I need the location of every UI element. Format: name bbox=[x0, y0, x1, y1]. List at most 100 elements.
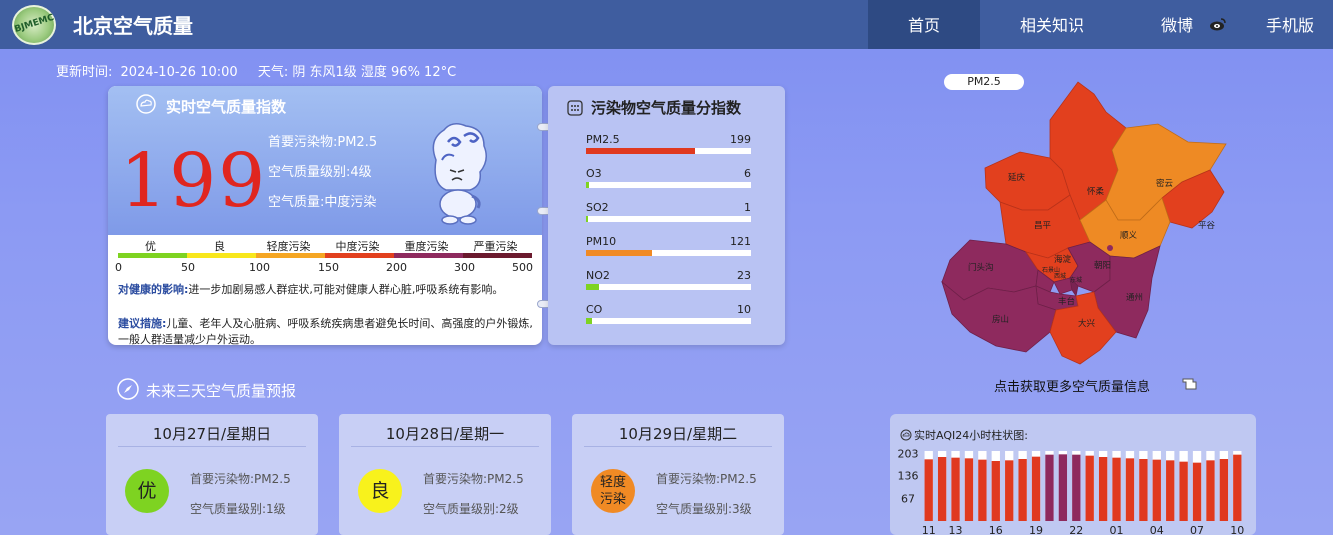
grid-icon bbox=[567, 100, 583, 116]
map-label-fangshan: 房山 bbox=[992, 314, 1009, 325]
scale-num-100: 100 bbox=[249, 261, 270, 274]
map-more-info-link[interactable]: 点击获取更多空气质量信息 bbox=[994, 376, 1150, 395]
scale-num-150: 150 bbox=[318, 261, 339, 274]
map-label-changping: 昌平 bbox=[1034, 221, 1052, 231]
map-pollutant-tip[interactable]: PM2.5 bbox=[944, 74, 1024, 90]
aqi-hour-bar[interactable] bbox=[1125, 458, 1135, 521]
beijing-district-map[interactable]: 延庆 怀柔 密云 昌平 平谷 顺义 门头沟 海淀 朝阳 石景山 丰台 通州 房山… bbox=[930, 70, 1250, 370]
pollutant-value: 6 bbox=[744, 167, 751, 180]
map-label-shunyi: 顺义 bbox=[1120, 231, 1138, 241]
y-tick-label: 67 bbox=[901, 493, 915, 506]
site-title: 北京空气质量 bbox=[73, 14, 193, 38]
x-tick-label: 10 bbox=[1230, 524, 1244, 535]
aqi-hour-bar[interactable] bbox=[1031, 456, 1041, 521]
aqi-hour-bar[interactable] bbox=[1018, 459, 1027, 521]
nav-knowledge[interactable]: 相关知识 bbox=[1000, 0, 1104, 49]
forecast-card-day3[interactable]: 10月29日/星期二 轻度污染 首要污染物:PM2.5 空气质量级别:3级 bbox=[572, 414, 784, 535]
aqi-quality: 空气质量:中度污染 bbox=[268, 195, 377, 210]
x-tick-label: 07 bbox=[1190, 524, 1204, 535]
scale-label-excellent: 优 bbox=[145, 240, 156, 253]
aqi-hour-bar[interactable] bbox=[1045, 454, 1054, 521]
x-tick-label: 01 bbox=[1110, 524, 1124, 535]
map-label-tongzhou: 通州 bbox=[1126, 292, 1143, 303]
forecast-badge-text: 轻度污染 bbox=[599, 475, 626, 507]
update-line: 更新时间: 2024-10-26 10:00 天气: 阴 东风1级 湿度 96%… bbox=[56, 61, 456, 80]
map-label-huairou: 怀柔 bbox=[1087, 186, 1105, 197]
x-tick-label: 22 bbox=[1069, 524, 1083, 535]
forecast-date: 10月29日/星期二 bbox=[618, 425, 738, 443]
site-logo[interactable]: BJMEMC bbox=[12, 5, 56, 45]
forecast-card-day1[interactable]: 10月27日/星期日 优 首要污染物:PM2.5 空气质量级别:1级 bbox=[106, 414, 318, 535]
aqi-hour-bar[interactable] bbox=[1152, 459, 1161, 521]
advice-label: 建议措施: bbox=[118, 317, 167, 330]
divider bbox=[351, 446, 539, 447]
aqi-24h-bar-chart: 203 136 67 11 13 16 19 22 01 04 07 10 bbox=[898, 447, 1245, 535]
aqi-hour-bar[interactable] bbox=[1219, 459, 1229, 521]
pollutant-value: 121 bbox=[730, 235, 751, 248]
aqi-hour-bar[interactable] bbox=[1233, 454, 1242, 521]
pollutant-row: SO2 1 bbox=[586, 201, 751, 231]
map-label-pinggu: 平谷 bbox=[1198, 221, 1216, 231]
pollutant-bar-fill bbox=[586, 250, 652, 256]
update-label: 更新时间: bbox=[56, 65, 113, 80]
pollutant-name: PM2.5 bbox=[586, 133, 620, 146]
aqi-hour-bar[interactable] bbox=[964, 458, 974, 521]
forecast-level-badge: 良 bbox=[358, 469, 402, 513]
pollutant-name: PM10 bbox=[586, 235, 617, 248]
pollutant-row: O3 6 bbox=[586, 167, 751, 197]
forecast-card-day2[interactable]: 10月28日/星期一 良 首要污染物:PM2.5 空气质量级别:2级 bbox=[339, 414, 551, 535]
scale-label-heavy: 重度污染 bbox=[404, 240, 449, 253]
map-label-miyun: 密云 bbox=[1156, 178, 1174, 189]
compass-icon bbox=[117, 378, 139, 400]
aqi-hour-bar[interactable] bbox=[924, 459, 933, 521]
aqi-hour-bar[interactable] bbox=[1058, 454, 1068, 521]
nav-mobile[interactable]: 手机版 bbox=[1252, 0, 1328, 49]
scale-segment bbox=[325, 253, 394, 258]
y-tick-label: 203 bbox=[898, 447, 919, 460]
aqi-hour-bar[interactable] bbox=[991, 461, 1000, 521]
advice: 建议措施:儿童、老年人及心脏病、呼吸系统疾病患者避免长时间、高强度的户外锻炼,一… bbox=[118, 316, 534, 345]
forecast-level-badge: 轻度污染 bbox=[591, 469, 635, 513]
nav-home[interactable]: 首页 bbox=[868, 0, 980, 49]
aqi-hour-bar[interactable] bbox=[1139, 459, 1148, 521]
aqi-hour-bar[interactable] bbox=[1085, 455, 1094, 521]
aqi-level: 空气质量级别:4级 bbox=[268, 165, 372, 180]
scale-segment bbox=[256, 253, 325, 258]
update-time: 2024-10-26 10:00 bbox=[120, 65, 238, 80]
aqi-hour-bar[interactable] bbox=[951, 457, 960, 521]
x-tick-label: 16 bbox=[989, 524, 1003, 535]
pollutant-bar-fill bbox=[586, 284, 600, 290]
aqi-hour-bar[interactable] bbox=[1098, 457, 1108, 521]
aqi-hour-bar[interactable] bbox=[1166, 460, 1175, 521]
nav-weibo[interactable]: 微博 bbox=[1150, 0, 1204, 49]
aqi-header-area: 实时空气质量指数 199 首要污染物:PM2.5 空气质量级别:4级 空气质量:… bbox=[108, 86, 542, 235]
aqi-hour-bar[interactable] bbox=[1112, 457, 1121, 521]
map-label-mentougou: 门头沟 bbox=[968, 262, 994, 273]
aqi-hour-bar[interactable] bbox=[1206, 460, 1215, 521]
pollutant-name: NO2 bbox=[586, 269, 610, 282]
map-label-haidian: 海淀 bbox=[1054, 254, 1072, 265]
pollutant-value: 23 bbox=[737, 269, 751, 282]
aqi-hour-bar[interactable] bbox=[1072, 454, 1081, 521]
aqi-hour-bar[interactable] bbox=[978, 459, 987, 521]
top-navigation-bar: BJMEMC 北京空气质量 首页 相关知识 微博 手机版 bbox=[0, 0, 1333, 49]
pollutant-bar-track bbox=[586, 182, 751, 188]
pollutant-bar-fill bbox=[586, 182, 590, 188]
x-tick-label: 04 bbox=[1150, 524, 1164, 535]
aqi-hour-bar[interactable] bbox=[1005, 460, 1014, 521]
aqi-hour-bar[interactable] bbox=[1179, 461, 1188, 521]
scale-segment bbox=[187, 253, 256, 258]
divider bbox=[118, 446, 306, 447]
mascot-image bbox=[432, 123, 487, 225]
pollutant-row: NO2 23 bbox=[586, 269, 751, 299]
scale-segment bbox=[463, 253, 532, 258]
aqi-hour-bar[interactable] bbox=[937, 457, 947, 521]
pollutant-panel-title: 污染物空气质量分指数 bbox=[591, 99, 742, 117]
cloud-small-icon bbox=[900, 429, 912, 441]
forecast-level: 空气质量级别:2级 bbox=[423, 502, 519, 516]
realtime-aqi-panel: 实时空气质量指数 199 首要污染物:PM2.5 空气质量级别:4级 空气质量:… bbox=[108, 86, 542, 345]
scale-segment bbox=[118, 253, 187, 258]
aqi-value: 199 bbox=[120, 138, 268, 224]
aqi-hour-bar[interactable] bbox=[1192, 462, 1202, 521]
weibo-icon[interactable] bbox=[1209, 17, 1227, 31]
